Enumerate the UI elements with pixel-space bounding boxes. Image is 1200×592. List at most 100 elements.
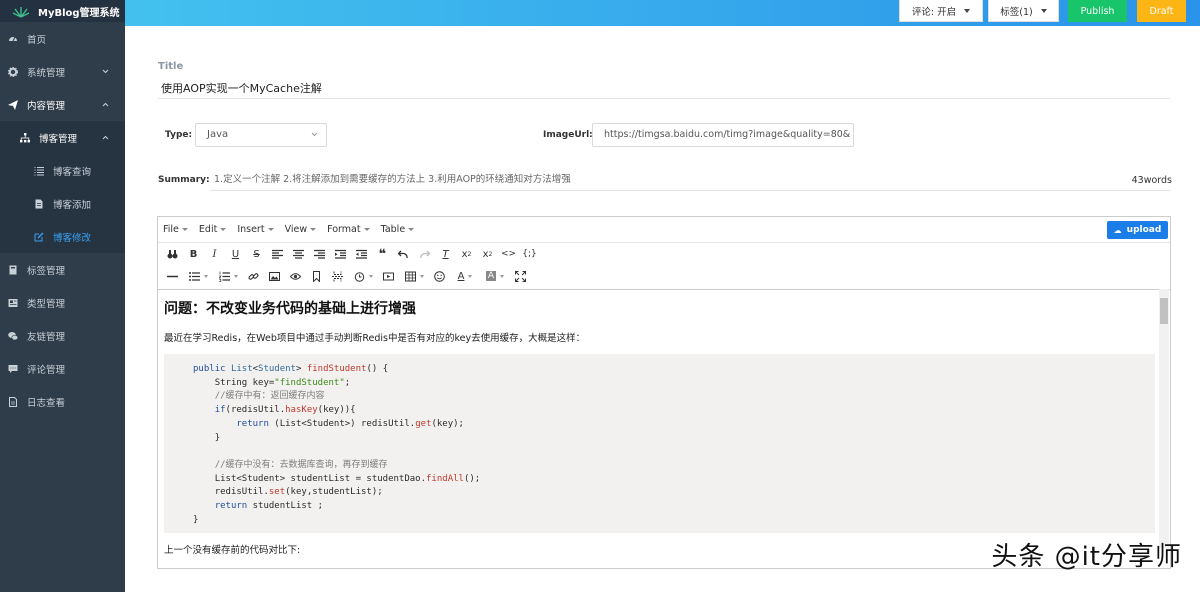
- align-right-icon[interactable]: [309, 245, 330, 263]
- chevron-down-icon: [102, 69, 109, 74]
- cloud-upload-icon: ☁: [1113, 225, 1122, 235]
- undo-icon[interactable]: [393, 245, 414, 263]
- numbered-list-icon[interactable]: [213, 267, 243, 285]
- main-content: Title 使用AOP实现一个MyCache注解 Type: Java Imag…: [125, 26, 1200, 592]
- fullscreen-icon[interactable]: [510, 267, 531, 285]
- logo-icon: [12, 7, 30, 18]
- title-label: Title: [158, 61, 184, 72]
- gear-icon: [8, 66, 18, 77]
- code-block: public List<Student> findStudent() { Str…: [164, 354, 1155, 534]
- summary-label: Summary:: [158, 175, 210, 185]
- bold-icon[interactable]: B: [183, 245, 204, 263]
- strikethrough-icon[interactable]: S: [246, 245, 267, 263]
- caret-down-icon: [964, 8, 971, 13]
- sidebar-item-comments[interactable]: 评论管理: [0, 352, 125, 385]
- code-icon[interactable]: <>: [498, 245, 519, 263]
- top-header: 评论: 开启 标签(1) Publish Draft: [125, 0, 1200, 26]
- sidebar-item-content[interactable]: 内容管理: [0, 88, 125, 121]
- subscript-icon[interactable]: x2: [456, 245, 477, 263]
- list-icon: [34, 166, 44, 176]
- sidebar-item-home[interactable]: 首页: [0, 22, 125, 55]
- toolbar-row-1: B I U S ❝ T x2 x2 <> {;}: [158, 243, 1170, 265]
- editor-menubar: File Edit Insert View Format Table ☁ upl…: [158, 217, 1170, 243]
- blockquote-icon[interactable]: ❝: [372, 245, 393, 263]
- draft-button[interactable]: Draft: [1137, 0, 1186, 22]
- title-input[interactable]: 使用AOP实现一个MyCache注解: [158, 79, 1170, 99]
- menu-table[interactable]: Table: [381, 224, 415, 235]
- preview-eye-icon[interactable]: [285, 267, 306, 285]
- summary-word-count: 43words: [1131, 175, 1172, 186]
- sidebar-item-types[interactable]: 类型管理: [0, 286, 125, 319]
- file-icon: [34, 199, 44, 209]
- summary-input[interactable]: 1.定义一个注解 2.将注解添加到需要缓存的方法上 3.利用AOP的环绕通知对方…: [210, 169, 1170, 191]
- type-label: Type:: [165, 130, 193, 140]
- watermark: 头条 @it分享师: [991, 542, 1182, 572]
- emoticons-icon[interactable]: [429, 267, 450, 285]
- indent-icon[interactable]: [330, 245, 351, 263]
- datetime-icon[interactable]: [348, 267, 378, 285]
- bullet-list-icon[interactable]: [183, 267, 213, 285]
- page-break-icon[interactable]: [327, 267, 348, 285]
- scrollbar-thumb[interactable]: [1160, 298, 1168, 324]
- redo-icon[interactable]: [414, 245, 435, 263]
- underline-icon[interactable]: U: [225, 245, 246, 263]
- sidebar-item-system[interactable]: 系统管理: [0, 55, 125, 88]
- upload-button[interactable]: ☁ upload: [1107, 221, 1168, 239]
- outdent-icon[interactable]: [351, 245, 372, 263]
- menu-format[interactable]: Format: [327, 224, 370, 235]
- sidebar-item-blog-edit[interactable]: 博客修改: [0, 220, 125, 253]
- find-replace-icon[interactable]: [162, 245, 183, 263]
- link-icon[interactable]: [243, 267, 264, 285]
- bookmark-icon[interactable]: [306, 267, 327, 285]
- app-title: MyBlog管理系统: [38, 7, 120, 19]
- newspaper-icon: [8, 298, 18, 308]
- log-icon: [8, 396, 18, 407]
- menu-view[interactable]: View: [285, 224, 317, 235]
- sitemap-icon: [20, 132, 30, 143]
- menu-edit[interactable]: Edit: [199, 224, 227, 235]
- media-icon[interactable]: [378, 267, 399, 285]
- toolbar-row-2: A A: [158, 265, 1170, 287]
- content-intro: 最近在学习Redis，在Web项目中通过手动判断Redis中是否有对应的key去…: [164, 333, 586, 344]
- editor-content[interactable]: 问题：不改变业务代码的基础上进行增强 最近在学习Redis，在Web项目中通过手…: [158, 287, 1170, 568]
- align-center-icon[interactable]: [288, 245, 309, 263]
- dashboard-icon: [8, 34, 18, 44]
- editor-scrollbar[interactable]: [1159, 289, 1169, 548]
- sidebar: MyBlog管理系统 首页 系统管理 内容管理 博客管理 博客查询 博客添加 博…: [0, 0, 125, 592]
- chevron-up-icon: [102, 102, 109, 107]
- sidebar-item-tags[interactable]: 标签管理: [0, 253, 125, 286]
- sidebar-item-logs[interactable]: 日志查看: [0, 385, 125, 418]
- edit-icon: [34, 232, 44, 242]
- text-color-icon[interactable]: A: [450, 267, 480, 285]
- image-url-input[interactable]: https://timgsa.baidu.com/timg?image&qual…: [592, 123, 854, 147]
- superscript-icon[interactable]: x2: [477, 245, 498, 263]
- rich-text-editor: File Edit Insert View Format Table ☁ upl…: [157, 216, 1171, 569]
- content-submenu: 博客管理 博客查询 博客添加 博客修改: [0, 121, 125, 253]
- horizontal-line-icon[interactable]: [162, 267, 183, 285]
- book-icon: [8, 265, 18, 275]
- brand[interactable]: MyBlog管理系统: [0, 0, 125, 22]
- background-color-icon[interactable]: A: [480, 267, 510, 285]
- sidebar-item-blog[interactable]: 博客管理: [0, 121, 125, 154]
- chevron-down-icon: [311, 132, 318, 137]
- sidebar-item-blog-query[interactable]: 博客查询: [0, 154, 125, 187]
- clear-format-icon[interactable]: T: [435, 245, 456, 263]
- publish-button[interactable]: Publish: [1068, 0, 1127, 22]
- image-icon[interactable]: [264, 267, 285, 285]
- italic-icon[interactable]: I: [204, 245, 225, 263]
- send-icon: [8, 99, 18, 110]
- code-sample-icon[interactable]: {;}: [519, 245, 540, 263]
- caret-down-icon: [1040, 8, 1047, 13]
- image-url-label: ImageUrl:: [543, 130, 593, 140]
- sidebar-item-links[interactable]: 友链管理: [0, 319, 125, 352]
- menu-insert[interactable]: Insert: [237, 224, 274, 235]
- chevron-up-icon: [102, 135, 109, 140]
- type-select[interactable]: Java: [195, 123, 327, 147]
- tag-select[interactable]: 标签(1): [988, 0, 1059, 22]
- editor-toolbar: B I U S ❝ T x2 x2 <> {;} A A: [158, 243, 1170, 290]
- menu-file[interactable]: File: [163, 224, 188, 235]
- table-icon[interactable]: [399, 267, 429, 285]
- comment-toggle-select[interactable]: 评论: 开启: [899, 0, 983, 22]
- sidebar-item-blog-add[interactable]: 博客添加: [0, 187, 125, 220]
- align-left-icon[interactable]: [267, 245, 288, 263]
